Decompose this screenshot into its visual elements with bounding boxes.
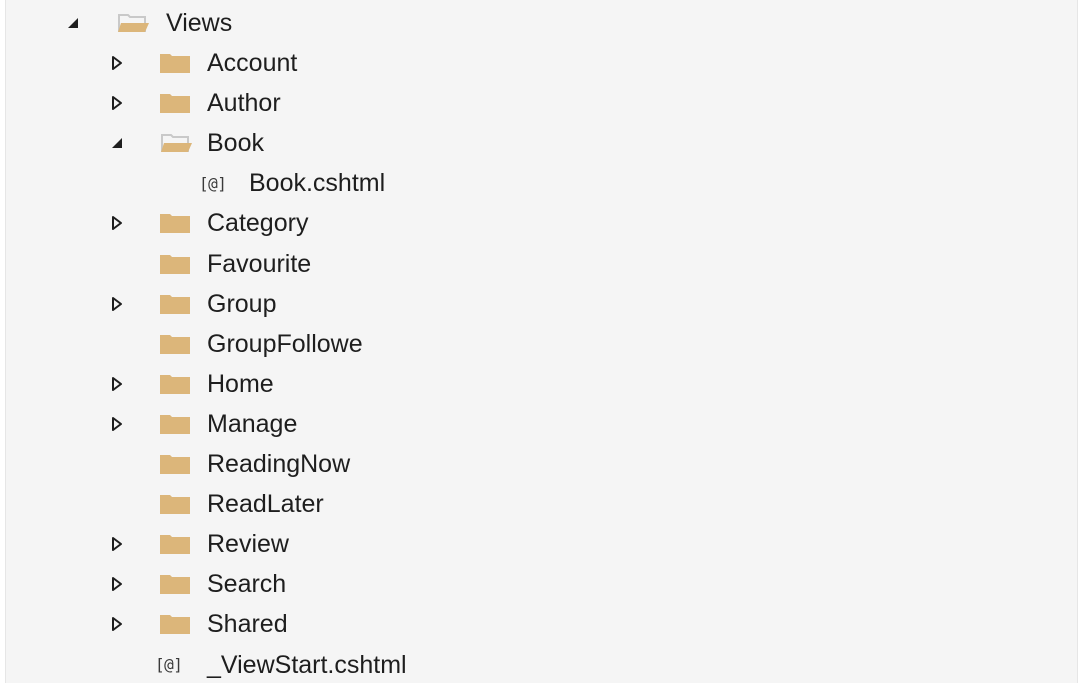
tree-item-label: Search — [207, 570, 287, 599]
folder-icon — [159, 412, 191, 436]
collapse-arrow-icon[interactable] — [65, 15, 81, 31]
tree-item-home[interactable]: Home — [6, 364, 1077, 404]
tree-item-label: _ViewStart.cshtml — [207, 650, 407, 679]
tree-item-label: Favourite — [207, 249, 312, 278]
file-tree: Views Account Author Book [@] Book.cshtml Cate… — [6, 3, 1077, 685]
folder-icon — [159, 612, 191, 636]
tree-item-review[interactable]: Review — [6, 524, 1077, 564]
tree-item-label: Account — [207, 49, 298, 78]
open-folder-icon — [116, 11, 150, 35]
expand-arrow-icon[interactable] — [109, 416, 125, 432]
tree-item-readingnow[interactable]: ReadingNow — [6, 444, 1077, 484]
folder-icon — [159, 492, 191, 516]
tree-item-label: Book — [207, 129, 264, 158]
tree-item-book-cshtml[interactable]: [@] Book.cshtml — [6, 163, 1077, 203]
tree-item-shared[interactable]: Shared — [6, 604, 1077, 644]
folder-icon — [159, 452, 191, 476]
tree-item-search[interactable]: Search — [6, 564, 1077, 604]
tree-item-readlater[interactable]: ReadLater — [6, 484, 1077, 524]
expand-arrow-icon[interactable] — [109, 576, 125, 592]
razor-file-icon: [@] — [199, 171, 227, 195]
folder-icon — [159, 332, 191, 356]
tree-item-groupfollowe[interactable]: GroupFollowe — [6, 324, 1077, 364]
tree-item-views[interactable]: Views — [6, 3, 1077, 43]
tree-item-label: ReadLater — [207, 490, 324, 519]
tree-item-favourite[interactable]: Favourite — [6, 244, 1077, 284]
expand-arrow-icon[interactable] — [109, 376, 125, 392]
tree-item-group[interactable]: Group — [6, 284, 1077, 324]
tree-item-viewstart-cshtml[interactable]: [@] _ViewStart.cshtml — [6, 645, 1077, 685]
razor-file-glyph: [@] — [199, 173, 227, 193]
folder-icon — [159, 91, 191, 115]
tree-item-label: Category — [207, 209, 309, 238]
solution-explorer-panel: Views Account Author Book [@] Book.cshtml Cate… — [5, 0, 1078, 683]
tree-item-label: Group — [207, 289, 277, 318]
razor-file-icon: [@] — [155, 653, 183, 677]
tree-item-label: GroupFollowe — [207, 329, 363, 358]
folder-icon — [159, 532, 191, 556]
folder-icon — [159, 211, 191, 235]
open-folder-icon — [159, 131, 193, 155]
folder-icon — [159, 252, 191, 276]
tree-item-label: ReadingNow — [207, 450, 351, 479]
tree-item-label: Views — [166, 9, 233, 37]
folder-icon — [159, 51, 191, 75]
expand-arrow-icon[interactable] — [109, 536, 125, 552]
expand-arrow-icon[interactable] — [109, 55, 125, 71]
tree-item-label: Shared — [207, 610, 288, 639]
tree-item-manage[interactable]: Manage — [6, 404, 1077, 444]
tree-item-label: Review — [207, 530, 289, 559]
tree-item-label: Book.cshtml — [249, 169, 386, 198]
tree-item-label: Manage — [207, 409, 298, 438]
expand-arrow-icon[interactable] — [109, 296, 125, 312]
folder-icon — [159, 572, 191, 596]
tree-item-label: Author — [207, 89, 281, 118]
expand-arrow-icon[interactable] — [109, 215, 125, 231]
tree-item-label: Home — [207, 369, 274, 398]
tree-item-author[interactable]: Author — [6, 83, 1077, 123]
expand-arrow-icon[interactable] — [109, 95, 125, 111]
tree-item-book[interactable]: Book — [6, 123, 1077, 163]
folder-icon — [159, 372, 191, 396]
collapse-arrow-icon[interactable] — [109, 135, 125, 151]
razor-file-glyph: [@] — [155, 655, 183, 674]
expand-arrow-icon[interactable] — [109, 616, 125, 632]
tree-item-category[interactable]: Category — [6, 203, 1077, 243]
folder-icon — [159, 292, 191, 316]
tree-item-account[interactable]: Account — [6, 43, 1077, 83]
